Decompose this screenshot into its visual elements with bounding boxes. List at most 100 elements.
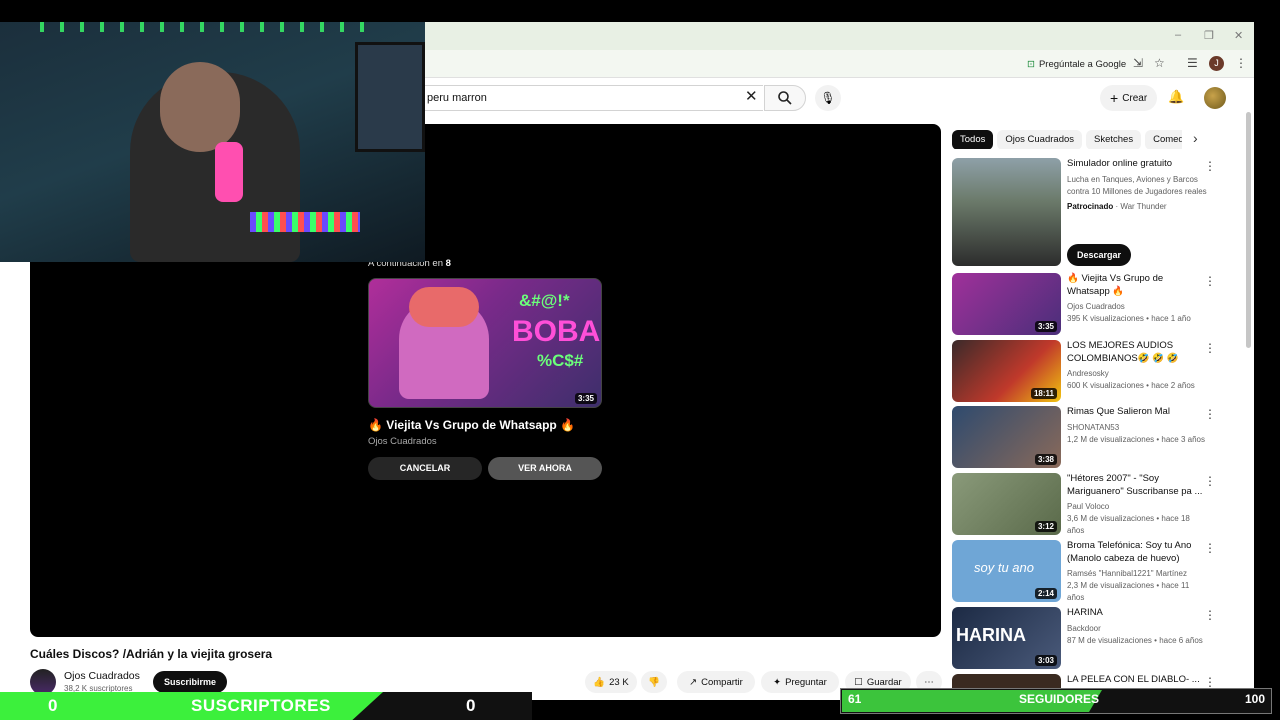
search-button[interactable] [764, 85, 806, 111]
ad-title: Simulador online gratuito [1067, 158, 1173, 169]
thumb-text-boba: BOBA [512, 315, 601, 348]
search-icon [778, 91, 792, 105]
channel-name: SHONATAN53 [1067, 422, 1120, 432]
video-thumbnail[interactable]: HARINA 3:03 [952, 607, 1061, 669]
thumb-text-percent: %C$# [537, 351, 584, 370]
subscribe-button[interactable]: Suscribirme [153, 671, 228, 693]
save-icon: ☐ [854, 676, 863, 688]
chip-comedy[interactable]: Comed [1145, 130, 1182, 149]
upload-age: hace 2 años [1151, 381, 1195, 390]
bookmark-star-icon[interactable]: ☆ [1154, 56, 1165, 70]
duration-badge: 3:38 [1034, 454, 1057, 465]
view-count: 1,2 M de visualizaciones [1067, 434, 1155, 444]
lens-icon: ⊡ [1027, 58, 1035, 70]
view-count: 2,3 M de visualizaciones [1067, 581, 1155, 590]
list-item[interactable]: 3:38 Rimas Que Salieron Mal SHONATAN53 1,2… [952, 406, 1222, 468]
video-title[interactable]: Rimas Que Salieron Mal [1067, 406, 1207, 419]
filter-chips: Todos Ojos Cuadrados Sketches Comed [952, 129, 1182, 149]
kebab-menu-icon[interactable]: ⋮ [1204, 675, 1216, 689]
list-item[interactable]: 3:12 "Hétores 2007" - "Soy Mariguanero" … [952, 473, 1222, 535]
sponsored-label: Patrocinado [1067, 201, 1114, 211]
ask-button[interactable]: ✦ Preguntar [761, 671, 839, 693]
create-button[interactable]: + Crear [1100, 85, 1158, 111]
browser-menu-icon[interactable]: ⋮ [1235, 56, 1247, 70]
watch-now-button[interactable]: VER AHORA [488, 457, 602, 480]
share-button[interactable]: ↗ Compartir [677, 671, 755, 693]
video-title[interactable]: 🔥 Viejita Vs Grupo de Whatsapp 🔥 [1067, 273, 1207, 298]
channel-name: Ramsés "Hannibal1221" Martínez [1067, 569, 1187, 578]
thumb-text: soy tu ano [974, 560, 1034, 575]
restore-button[interactable]: ❐ [1204, 29, 1214, 42]
video-thumbnail[interactable]: 3:38 [952, 406, 1061, 468]
ask-google-button[interactable]: ⊡ Pregúntale a Google [1021, 54, 1132, 74]
duration-badge: 3:12 [1034, 521, 1057, 532]
channel-name: Ojos Cuadrados [1067, 302, 1125, 311]
video-title[interactable]: "Hétores 2007" - "Soy Mariguanero" Suscr… [1067, 473, 1207, 498]
notifications-bell-icon[interactable]: 🔔 [1168, 89, 1184, 105]
list-item[interactable]: 18:11 LOS MEJORES AUDIOS COLOMBIANOS🤣 🤣 … [952, 340, 1222, 402]
upload-age: hace 6 años [1159, 635, 1203, 645]
view-count: 600 K visualizaciones [1067, 381, 1144, 390]
chip-todos[interactable]: Todos [952, 130, 994, 149]
like-button[interactable]: 👍 23 K [585, 671, 637, 693]
chip-sketches[interactable]: Sketches [1086, 130, 1142, 149]
minimize-button[interactable]: – [1175, 29, 1181, 41]
ask-label: Preguntar [785, 676, 827, 688]
upload-age: hace 3 años [1161, 434, 1205, 444]
video-thumbnail[interactable]: 3:12 [952, 473, 1061, 535]
search-input[interactable]: peru marron [400, 85, 763, 111]
cancel-autoplay-button[interactable]: CANCELAR [368, 457, 482, 480]
kebab-menu-icon[interactable]: ⋮ [1204, 274, 1216, 288]
channel-name: Backdoor [1067, 623, 1101, 633]
chip-ojos-cuadrados[interactable]: Ojos Cuadrados [997, 130, 1083, 149]
kebab-menu-icon[interactable]: ⋮ [1204, 474, 1216, 488]
reading-list-icon[interactable]: ☰ [1187, 56, 1198, 70]
kebab-menu-icon[interactable]: ⋮ [1204, 541, 1216, 555]
kebab-menu-icon[interactable]: ⋮ [1204, 407, 1216, 421]
more-icon: ⋯ [924, 676, 934, 688]
up-next-channel: Ojos Cuadrados [368, 436, 437, 447]
kebab-menu-icon[interactable]: ⋮ [1204, 608, 1216, 622]
thumb-text: HARINA [956, 625, 1026, 645]
close-button[interactable]: ✕ [1234, 29, 1243, 42]
up-next-thumbnail[interactable]: &#@!* BOBA %C$# 3:35 [368, 278, 602, 408]
like-count: 23 K [609, 676, 629, 688]
video-title[interactable]: HARINA [1067, 607, 1207, 620]
sparkle-icon: ✦ [773, 676, 782, 688]
kebab-menu-icon[interactable]: ⋮ [1204, 159, 1216, 173]
install-icon[interactable]: ⇲ [1133, 56, 1143, 70]
video-thumbnail[interactable]: 3:35 [952, 273, 1061, 335]
save-label: Guardar [866, 676, 902, 688]
subs-label: SUSCRIPTORES [191, 696, 331, 715]
profile-avatar[interactable]: J [1209, 56, 1224, 71]
create-label: Crear [1122, 92, 1148, 104]
user-avatar[interactable] [1204, 87, 1226, 109]
duration-badge: 18:11 [1030, 388, 1057, 399]
ad-thumbnail[interactable] [952, 158, 1061, 266]
followers-label: SEGUIDORES [1019, 692, 1100, 706]
list-item[interactable]: 3:35 🔥 Viejita Vs Grupo de Whatsapp 🔥 Ojo… [952, 273, 1222, 335]
download-button[interactable]: Descargar [1067, 244, 1132, 266]
ad-description: Lucha en Tanques, Aviones y Barcos contr… [1067, 174, 1207, 196]
chevron-right-icon[interactable]: › [1193, 130, 1198, 146]
video-title[interactable]: LOS MEJORES AUDIOS COLOMBIANOS🤣 🤣 🤣 [1067, 340, 1207, 365]
video-thumbnail[interactable]: soy tu ano 2:14 [952, 540, 1061, 602]
ad-advertiser: War Thunder [1120, 201, 1167, 211]
followers-goal: 100 [1245, 692, 1266, 706]
page-scrollbar[interactable] [1246, 112, 1251, 348]
followers-current: 61 [848, 692, 862, 706]
dislike-button[interactable]: 👎 [641, 671, 667, 693]
mic-icon: 🎙 [820, 91, 836, 105]
clear-search-icon[interactable]: ✕ [745, 87, 758, 105]
view-count: 87 M de visualizaciones [1067, 635, 1152, 645]
sponsored-ad[interactable]: Simulador online gratuito Lucha en Tanqu… [952, 158, 1222, 270]
list-item[interactable]: soy tu ano 2:14 Broma Telefónica: Soy tu… [952, 540, 1222, 602]
countdown: 8 [445, 258, 451, 269]
kebab-menu-icon[interactable]: ⋮ [1204, 341, 1216, 355]
video-thumbnail[interactable]: 18:11 [952, 340, 1061, 402]
video-title[interactable]: Broma Telefónica: Soy tu Ano (Manolo cab… [1067, 540, 1207, 565]
channel-name[interactable]: Ojos Cuadrados [64, 670, 140, 682]
voice-search-button[interactable]: 🎙 [815, 85, 841, 111]
up-next-title[interactable]: 🔥 Viejita Vs Grupo de Whatsapp 🔥 [368, 418, 575, 432]
list-item[interactable]: HARINA 3:03 HARINA Backdoor 87 M de visual… [952, 607, 1222, 669]
